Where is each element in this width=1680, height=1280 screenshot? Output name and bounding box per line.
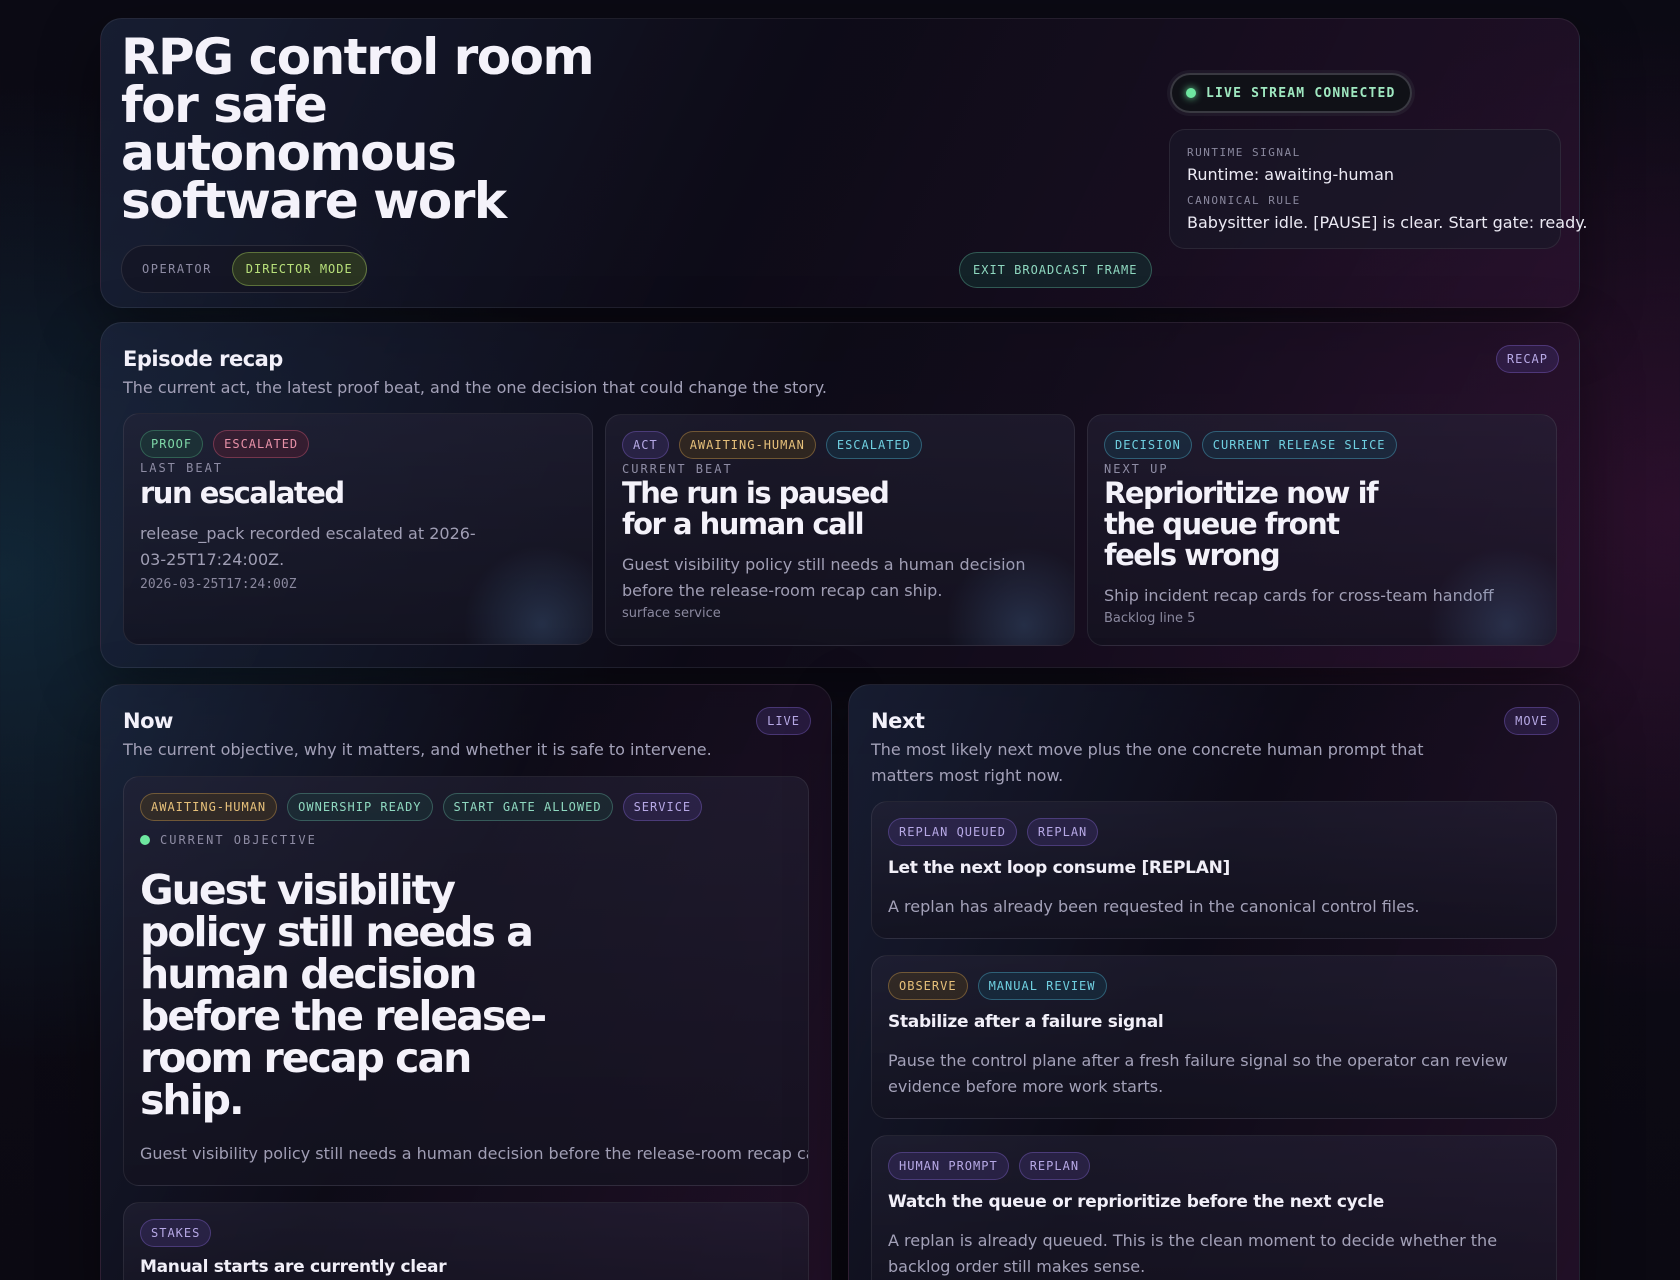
headline-line: ship. [140, 1076, 245, 1124]
awaiting-human-chip: AWAITING-HUMAN [140, 793, 278, 821]
recap-title: Episode recap [123, 347, 283, 371]
headline-line: before the release- [140, 992, 547, 1040]
next-panel: Next The most likely next move plus the … [848, 684, 1580, 1280]
next-up-card[interactable]: DECISION CURRENT RELEASE SLICE NEXT UP R… [1087, 414, 1557, 646]
operator-label[interactable]: OPERATOR [142, 262, 212, 276]
manual-review-chip: MANUAL REVIEW [977, 972, 1107, 1000]
card-footnote: 2026-03-25T17:24:00Z [140, 577, 297, 592]
objective-headline: Guest visibility policy still needs a hu… [140, 869, 792, 1121]
headline-line: run escalated [140, 476, 345, 510]
card-overline: NEXT UP [1104, 462, 1169, 476]
next-move-title: Stabilize after a failure signal [888, 1012, 1164, 1032]
headline-line: human decision [140, 950, 478, 998]
recap-tag: RECAP [1495, 345, 1559, 373]
card-footnote: Backlog line 5 [1104, 611, 1196, 626]
next-move-body: A replan has already been requested in t… [888, 897, 1420, 916]
next-move-card[interactable]: OBSERVE MANUAL REVIEW Stabilize after a … [871, 955, 1557, 1119]
decision-chip: DECISION [1104, 431, 1192, 459]
canonical-rule-overline: CANONICAL RULE [1187, 194, 1301, 207]
stakes-card[interactable]: STAKES Manual starts are currently clear [123, 1202, 809, 1280]
current-beat-card[interactable]: ACT AWAITING-HUMAN ESCALATED CURRENT BEA… [605, 414, 1075, 646]
next-move-body: Pause the control plane after a fresh fa… [888, 1051, 1508, 1096]
card-body: release_pack recorded escalated at 2026-… [140, 524, 476, 569]
card-headline: The run is paused for a human call [622, 478, 1058, 540]
mode-switch: OPERATOR DIRECTOR MODE [121, 245, 367, 293]
headline-line: The run is paused [622, 476, 890, 510]
escalated-chip: ESCALATED [213, 430, 310, 458]
canonical-rule-value: Babysitter idle. [PAUSE] is clear. Start… [1187, 213, 1588, 232]
recap-subtitle: The current act, the latest proof beat, … [123, 378, 828, 397]
headline-line: feels wrong [1104, 538, 1281, 572]
start-gate-chip: START GATE ALLOWED [442, 793, 613, 821]
card-headline: run escalated [140, 477, 576, 509]
next-subtitle: The most likely next move plus the one c… [871, 740, 1424, 785]
exit-broadcast-button[interactable]: EXIT BROADCAST FRAME [959, 252, 1152, 288]
now-title: Now [123, 709, 173, 733]
card-body: Ship incident recap cards for cross-team… [1104, 586, 1494, 605]
headline-line: Reprioritize now if [1104, 476, 1379, 510]
now-panel: Now The current objective, why it matter… [100, 684, 832, 1280]
next-move-title: Watch the queue or reprioritize before t… [888, 1192, 1384, 1212]
title-line: RPG control room [121, 28, 595, 86]
now-subtitle: The current objective, why it matters, a… [123, 740, 712, 759]
next-move-title: Let the next loop consume [REPLAN] [888, 858, 1230, 878]
headline-line: for a human call [622, 507, 865, 541]
last-beat-card[interactable]: PROOF ESCALATED LAST BEAT run escalated … [123, 413, 593, 645]
director-mode-button[interactable]: DIRECTOR MODE [231, 252, 367, 286]
card-headline: Reprioritize now if the queue front feel… [1104, 478, 1540, 571]
title-line: software work [121, 172, 507, 230]
next-move-body: A replan is already queued. This is the … [888, 1231, 1498, 1276]
next-move-card[interactable]: REPLAN QUEUED REPLAN Let the next loop c… [871, 801, 1557, 939]
objective-body: Guest visibility policy still needs a hu… [140, 1144, 809, 1163]
stakes-title: Manual starts are currently clear [140, 1257, 447, 1277]
card-body: Guest visibility policy still needs a hu… [622, 555, 1026, 600]
proof-chip: PROOF [140, 430, 204, 458]
release-slice-chip: CURRENT RELEASE SLICE [1201, 431, 1397, 459]
hero-panel: RPG control room for safe autonomous sof… [100, 18, 1588, 308]
observe-chip: OBSERVE [888, 972, 968, 1000]
replan-chip: REPLAN [1018, 1152, 1091, 1180]
card-overline: LAST BEAT [140, 461, 224, 475]
current-objective-card[interactable]: AWAITING-HUMAN OWNERSHIP READY START GAT… [123, 776, 809, 1186]
objective-overline: CURRENT OBJECTIVE [160, 833, 317, 847]
status-dot-icon [140, 835, 150, 845]
headline-line: the queue front [1104, 507, 1340, 541]
human-prompt-chip: HUMAN PROMPT [888, 1152, 1009, 1180]
awaiting-human-chip: AWAITING-HUMAN [678, 431, 816, 459]
title-line: for safe [121, 76, 328, 134]
escalated-chip: ESCALATED [825, 431, 922, 459]
live-status-label: LIVE STREAM CONNECTED [1206, 85, 1396, 101]
headline-line: policy still needs a [140, 908, 534, 956]
live-dot-icon [1186, 88, 1196, 98]
page-title: RPG control room for safe autonomous sof… [121, 28, 595, 230]
human-prompt-card[interactable]: HUMAN PROMPT REPLAN Watch the queue or r… [871, 1135, 1557, 1280]
headline-line: Guest visibility [140, 866, 456, 914]
act-chip: ACT [622, 431, 669, 459]
card-footnote: surface service [622, 606, 721, 621]
service-chip: SERVICE [622, 793, 703, 821]
live-status-badge: LIVE STREAM CONNECTED [1170, 73, 1412, 113]
replan-chip: REPLAN [1026, 818, 1099, 846]
stakes-chip: STAKES [140, 1219, 212, 1247]
runtime-signal-card: RUNTIME SIGNAL Runtime: awaiting-human C… [1169, 129, 1588, 249]
next-title: Next [871, 709, 925, 733]
live-tag: LIVE [756, 707, 811, 735]
move-tag: MOVE [1504, 707, 1559, 735]
episode-recap-panel: Episode recap The current act, the lates… [100, 322, 1580, 668]
title-line: autonomous [121, 124, 457, 182]
card-overline: CURRENT BEAT [622, 462, 733, 476]
replan-queued-chip: REPLAN QUEUED [888, 818, 1017, 846]
headline-line: room recap can [140, 1034, 472, 1082]
runtime-signal-overline: RUNTIME SIGNAL [1187, 146, 1301, 159]
ownership-ready-chip: OWNERSHIP READY [287, 793, 433, 821]
runtime-signal-value: Runtime: awaiting-human [1187, 165, 1395, 184]
